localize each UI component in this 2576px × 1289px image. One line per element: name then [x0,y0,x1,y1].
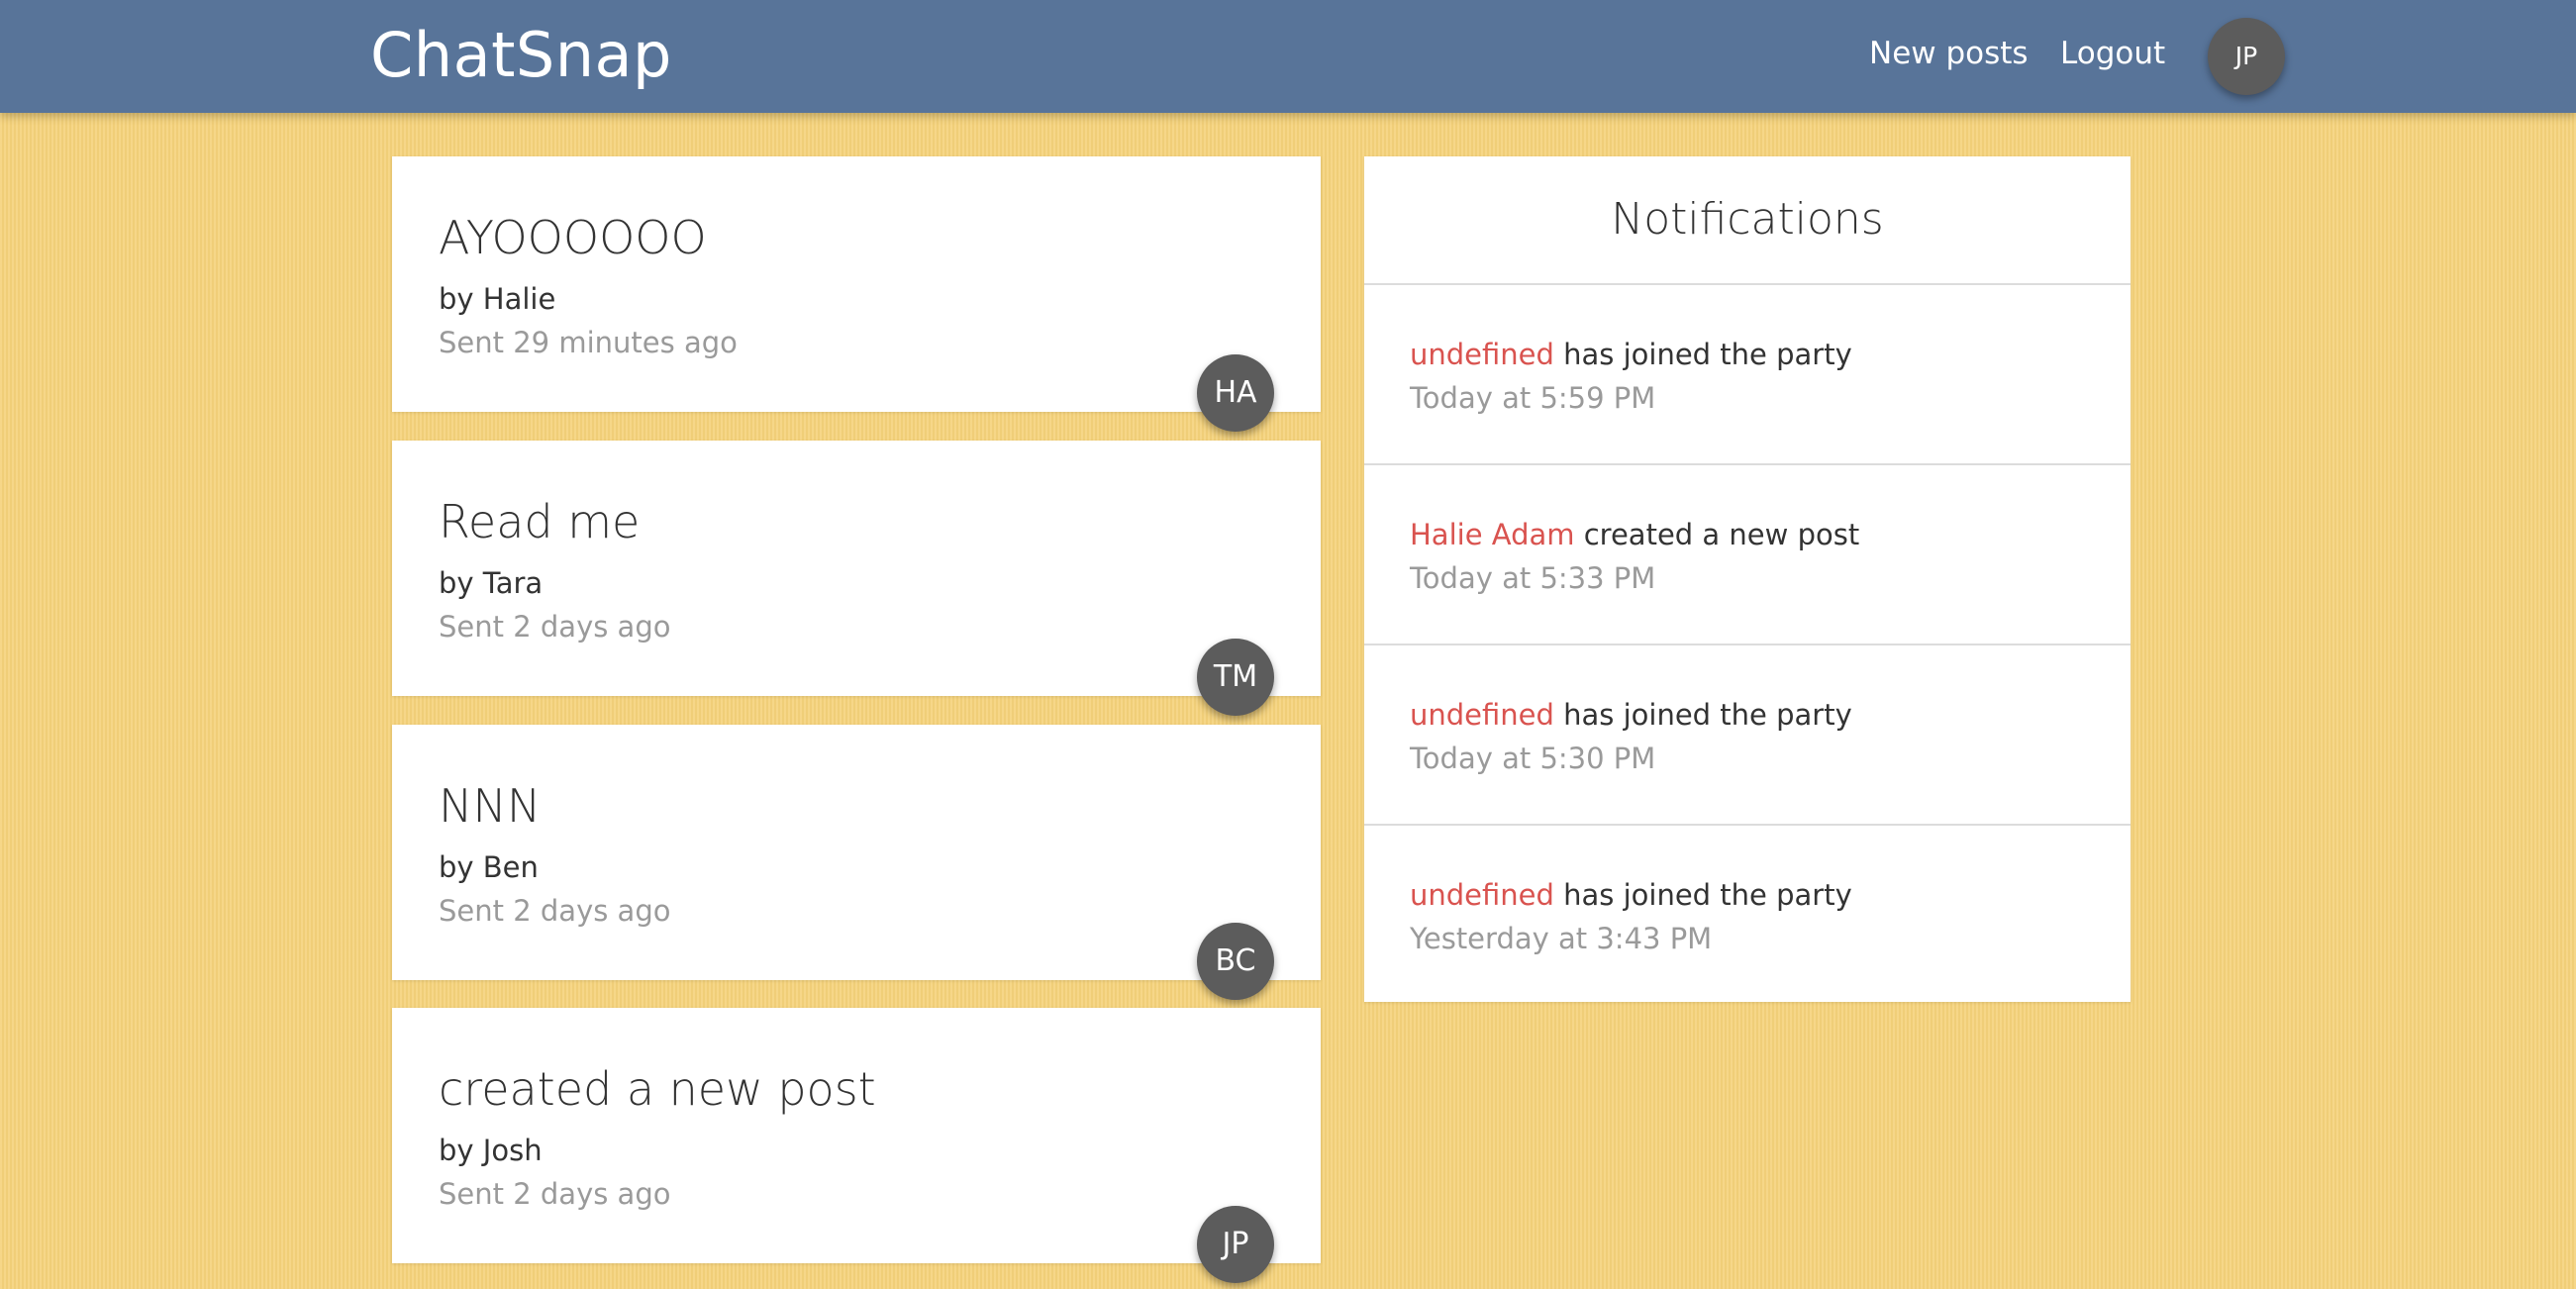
post-title: AYOOOOOO [439,211,707,264]
post-timestamp: Sent 29 minutes ago [439,326,738,359]
post-title: Read me [439,495,641,548]
notification-action: created a new post [1574,518,1860,551]
notification-item[interactable]: undefined has joined the party Today at … [1364,645,2130,826]
post-card[interactable]: AYOOOOOO by Halie Sent 29 minutes ago HA [392,156,1321,432]
brand-logo[interactable]: ChatSnap [370,14,672,97]
post-title: created a new post [439,1062,876,1116]
notification-text: Halie Adam created a new post [1410,515,1859,554]
post-author: by Josh [439,1134,543,1167]
notification-user-name[interactable]: undefined [1410,878,1554,912]
notification-item[interactable]: undefined has joined the party Yesterday… [1364,826,2130,1004]
notification-time: Today at 5:33 PM [1410,561,1656,595]
notification-item[interactable]: Halie Adam created a new post Today at 5… [1364,465,2130,645]
post-author: by Tara [439,566,544,600]
notification-time: Today at 5:59 PM [1410,381,1656,415]
post-card[interactable]: Read me by Tara Sent 2 days ago TM [392,441,1321,716]
user-avatar[interactable]: JP [2208,18,2285,95]
notification-time: Yesterday at 3:43 PM [1410,922,1713,955]
post-author: by Ben [439,850,539,884]
new-posts-link[interactable]: New posts [1869,30,2029,77]
author-avatar[interactable]: BC [1197,923,1274,1000]
notification-text: undefined has joined the party [1410,335,1852,374]
notification-text: undefined has joined the party [1410,695,1852,735]
notification-time: Today at 5:30 PM [1410,742,1656,775]
notification-item[interactable]: undefined has joined the party Today at … [1364,285,2130,465]
post-timestamp: Sent 2 days ago [439,894,671,928]
notifications-title: Notifications [1364,156,2130,285]
author-avatar[interactable]: JP [1197,1206,1274,1283]
notification-text: undefined has joined the party [1410,875,1852,915]
author-avatar[interactable]: TM [1197,639,1274,716]
notification-user-name[interactable]: undefined [1410,338,1554,371]
post-card[interactable]: NNN by Ben Sent 2 days ago BC [392,725,1321,1000]
logout-link[interactable]: Logout [2060,30,2165,77]
author-avatar[interactable]: HA [1197,354,1274,432]
notification-action: has joined the party [1553,338,1852,371]
post-title: NNN [439,779,542,833]
notification-action: has joined the party [1553,698,1852,732]
post-timestamp: Sent 2 days ago [439,1177,671,1211]
notification-user-name[interactable]: Halie Adam [1410,518,1575,551]
notifications-panel: Notifications undefined has joined the p… [1364,156,2130,1002]
post-card[interactable]: created a new post by Josh Sent 2 days a… [392,1008,1321,1283]
top-navbar: ChatSnap New posts Logout JP [0,0,2576,113]
post-author: by Halie [439,282,556,316]
notification-action: has joined the party [1553,878,1852,912]
post-timestamp: Sent 2 days ago [439,610,671,644]
notification-user-name[interactable]: undefined [1410,698,1554,732]
